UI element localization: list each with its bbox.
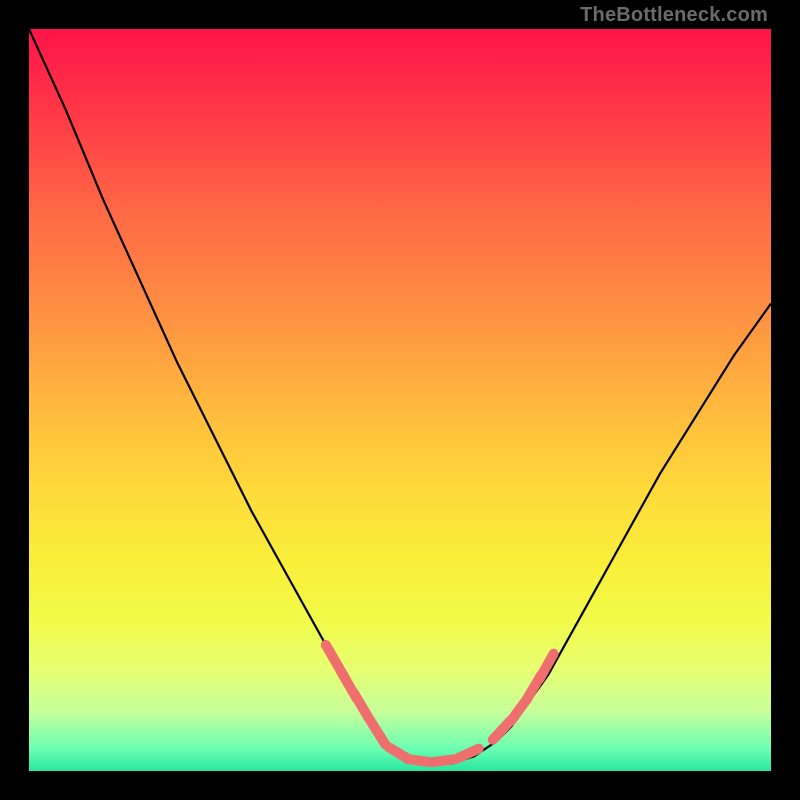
watermark: TheBottleneck.com (580, 4, 768, 27)
highlight-dash (540, 654, 554, 679)
bottleneck-curve (29, 29, 771, 764)
curve-layer (29, 29, 771, 771)
highlight-dashes (326, 645, 554, 762)
chart-frame: TheBottleneck.com (0, 0, 800, 800)
highlight-dash (433, 759, 455, 762)
highlight-dash (354, 693, 369, 718)
highlight-dash (370, 721, 385, 745)
highlight-dash (407, 759, 429, 762)
